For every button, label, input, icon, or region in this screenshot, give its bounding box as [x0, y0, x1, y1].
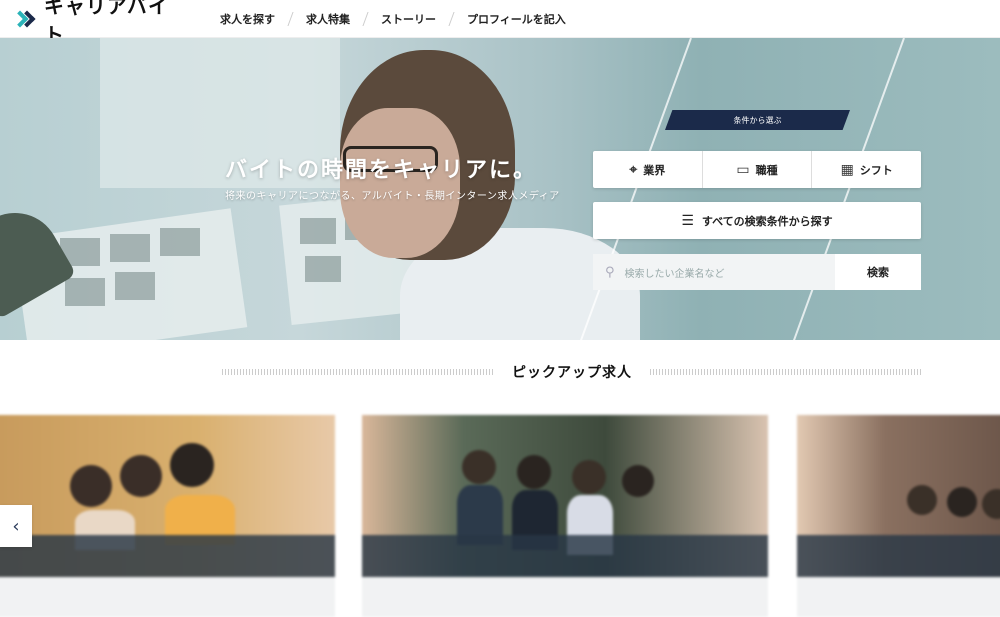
pickup-title: ピックアップ求人	[512, 365, 632, 381]
hero-title: バイトの時間をキャリアに。	[225, 158, 538, 183]
nav-search-jobs[interactable]: 求人を探す	[205, 11, 290, 27]
dotted-divider	[650, 369, 922, 375]
job-card-band	[797, 535, 1000, 577]
hero-subtitle: 将来のキャリアにつながる、アルバイト・長期インターン求人メディア	[225, 191, 560, 202]
all-conditions-button[interactable]: ☰ すべての検索条件から探す	[593, 202, 921, 239]
shift-label: シフト	[859, 163, 893, 177]
calendar-icon: ▦	[840, 161, 854, 178]
pickup-header: ピックアップ求人	[222, 362, 922, 382]
hero-section: バイトの時間をキャリアに。 将来のキャリアにつながる、アルバイト・長期インターン…	[0, 38, 1000, 340]
condition-tag: 条件から選ぶ	[665, 110, 850, 130]
carousel-prev-button[interactable]: ‹	[0, 505, 32, 547]
briefcase-icon: ▭	[736, 161, 750, 178]
logo-mark-icon	[11, 10, 36, 27]
job-card[interactable]	[797, 415, 1000, 617]
job-type-button[interactable]: ▭ 職種	[703, 151, 813, 188]
target-icon: ⌖	[629, 161, 638, 178]
search-placeholder: 検索したい企業名など	[624, 268, 725, 280]
nav-profile[interactable]: プロフィールを記入	[452, 11, 581, 27]
all-conditions-label: すべての検索条件から探す	[701, 214, 833, 228]
industry-button[interactable]: ⌖ 業界	[593, 151, 703, 188]
condition-segments: ⌖ 業界 ▭ 職種 ▦ シフト	[593, 151, 921, 188]
pickup-carousel	[0, 415, 1000, 617]
job-type-label: 職種	[755, 163, 778, 177]
job-card-band	[362, 535, 768, 577]
site-header: キャリアバイト 求人を探す 求人特集 ストーリー プロフィールを記入	[0, 0, 1000, 47]
search-input[interactable]: ⚲ 検索したい企業名など	[593, 254, 835, 290]
main-nav: 求人を探す 求人特集 ストーリー プロフィールを記入	[205, 11, 581, 27]
industry-label: 業界	[643, 163, 666, 177]
search-button[interactable]: 検索	[835, 254, 921, 290]
search-bar: ⚲ 検索したい企業名など 検索	[593, 254, 921, 290]
job-card[interactable]	[362, 415, 768, 617]
shift-button[interactable]: ▦ シフト	[812, 151, 921, 188]
nav-job-features[interactable]: 求人特集	[291, 11, 365, 27]
nav-stories[interactable]: ストーリー	[366, 11, 451, 27]
dotted-divider	[222, 369, 494, 375]
job-card[interactable]	[0, 415, 335, 617]
chevron-left-icon: ‹	[12, 515, 20, 537]
sliders-icon: ☰	[681, 212, 694, 229]
search-icon: ⚲	[605, 264, 615, 280]
job-card-band	[0, 535, 335, 577]
